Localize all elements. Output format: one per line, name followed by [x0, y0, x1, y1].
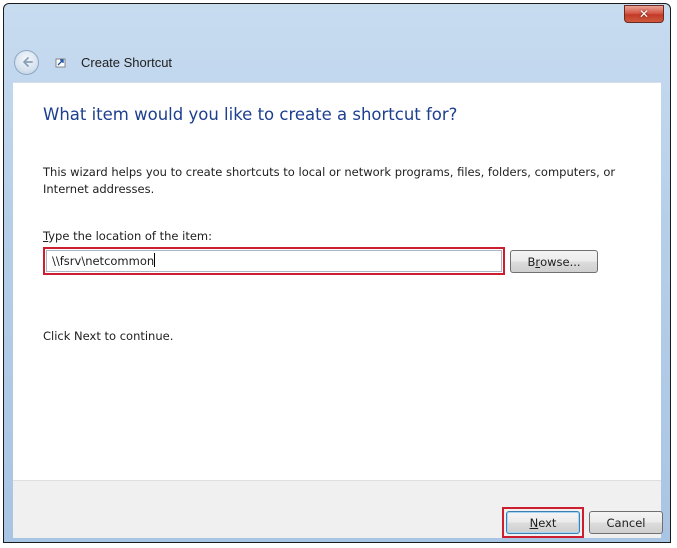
wizard-footer: Next Cancel [13, 480, 663, 538]
next-label-mnemonic: N [529, 515, 539, 530]
cancel-button[interactable]: Cancel [589, 511, 663, 534]
title-row: Create Shortcut [14, 48, 172, 76]
wizard-description: This wizard helps you to create shortcut… [43, 165, 616, 196]
continue-hint: Click Next to continue. [43, 329, 174, 343]
shortcut-icon [53, 54, 69, 70]
browse-label-pre: B [527, 254, 536, 269]
back-button[interactable] [14, 49, 39, 75]
browse-label-post: owse... [540, 254, 581, 269]
back-arrow-icon [22, 57, 33, 67]
text-caret [154, 253, 156, 267]
wizard-content: What item would you like to create a sho… [13, 82, 661, 481]
close-button[interactable]: ✕ [624, 5, 664, 23]
location-label-text: ype the location of the item: [48, 229, 213, 243]
close-icon: ✕ [638, 7, 650, 21]
page-heading: What item would you like to create a sho… [43, 105, 458, 124]
next-button[interactable]: Next [506, 511, 580, 534]
location-input[interactable]: \\fsrv\netcommon [46, 250, 502, 272]
location-input-value: \\fsrv\netcommon [52, 254, 155, 268]
next-label-rest: ext [538, 515, 557, 530]
location-label: Type the location of the item: [43, 229, 212, 243]
window-title: Create Shortcut [81, 54, 173, 70]
create-shortcut-window: ✕ Create Shortcut What item would you li… [3, 3, 671, 543]
browse-button[interactable]: Br owse... [510, 250, 598, 273]
